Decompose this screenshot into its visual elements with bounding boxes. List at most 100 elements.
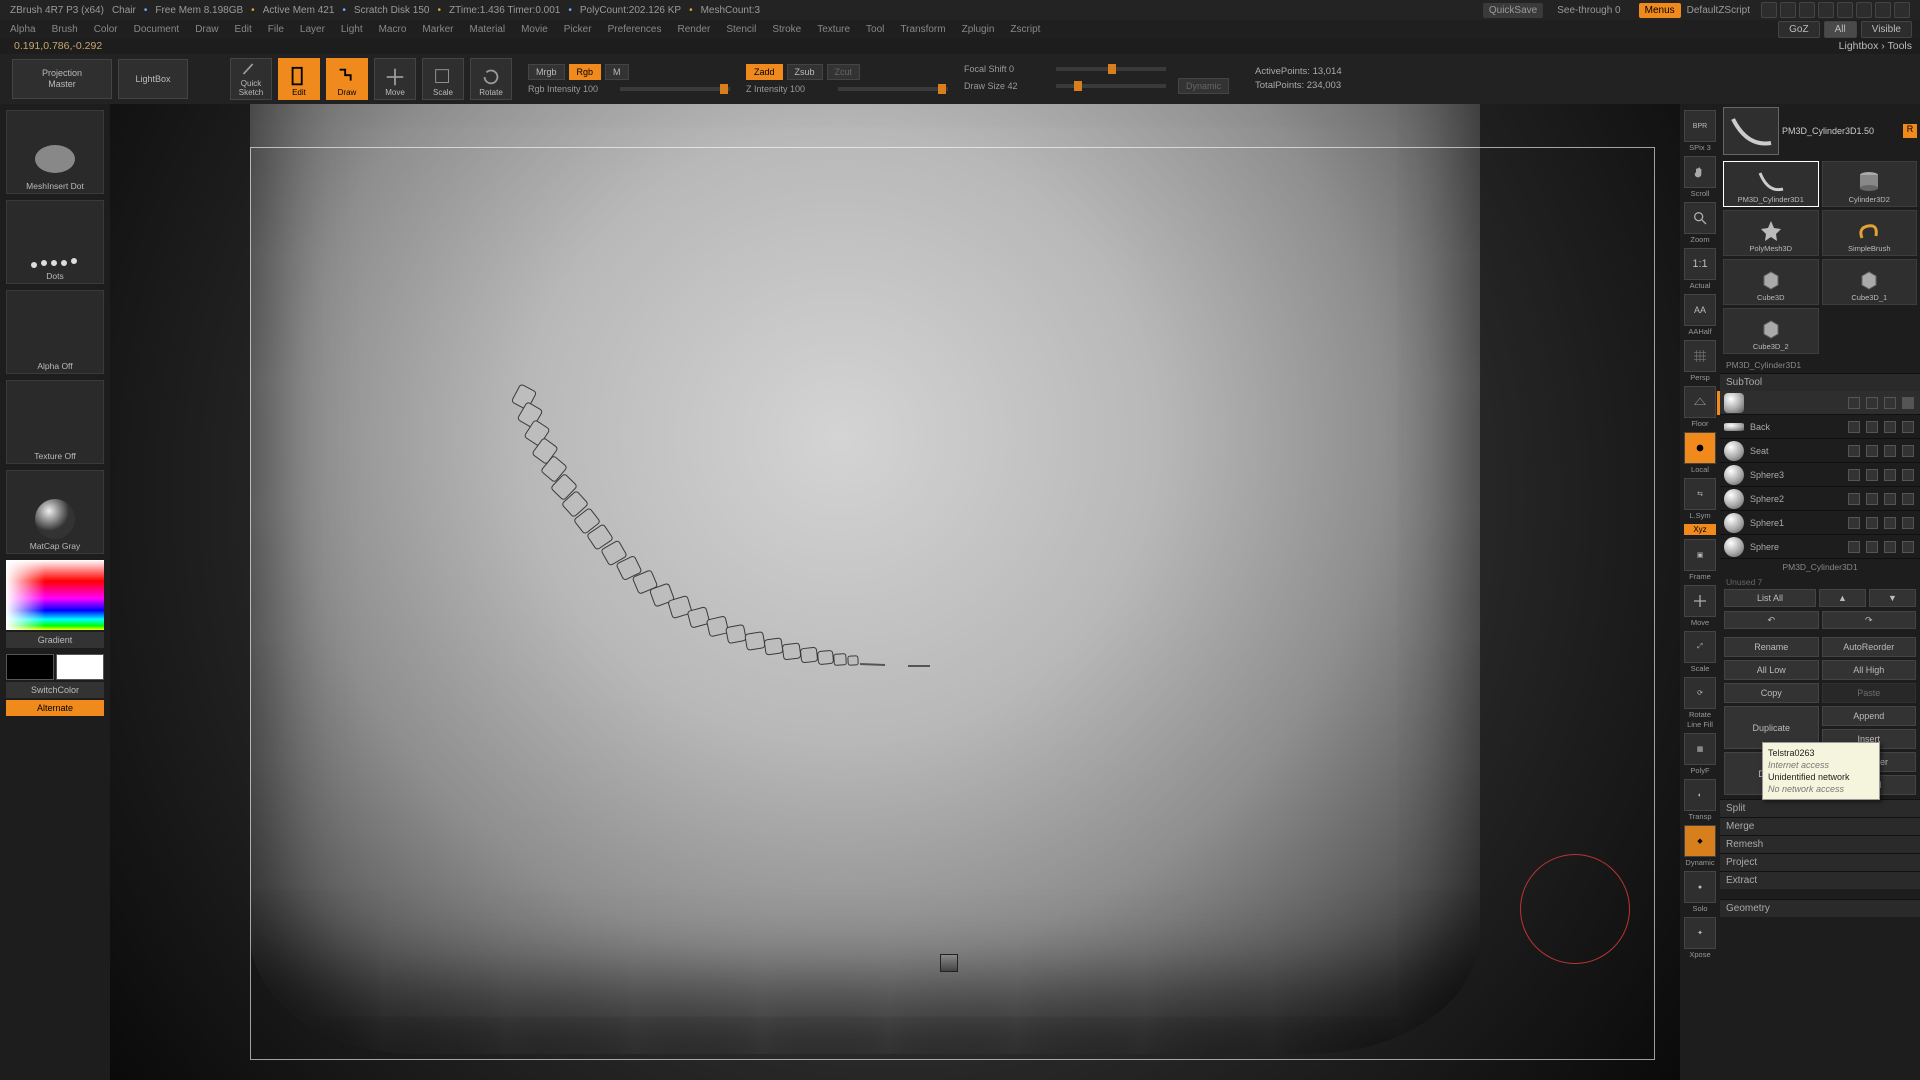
titlebar-icon-5[interactable] <box>1837 2 1853 18</box>
subtool-row[interactable]: Sphere1 <box>1720 511 1920 535</box>
remesh-header[interactable]: Remesh <box>1720 835 1920 853</box>
allhigh-button[interactable]: All High <box>1822 660 1917 680</box>
menu-zplugin[interactable]: Zplugin <box>962 24 995 35</box>
rename-button[interactable]: Rename <box>1724 637 1819 657</box>
menu-texture[interactable]: Texture <box>817 24 850 35</box>
menu-material[interactable]: Material <box>470 24 506 35</box>
floor-button[interactable] <box>1684 386 1716 418</box>
menu-render[interactable]: Render <box>678 24 711 35</box>
menu-stencil[interactable]: Stencil <box>726 24 756 35</box>
subtool-down-button[interactable]: ▼ <box>1869 589 1916 607</box>
minimize-icon[interactable] <box>1856 2 1872 18</box>
menu-preferences[interactable]: Preferences <box>608 24 662 35</box>
aahalf-button[interactable]: AA <box>1684 294 1716 326</box>
rotate-button[interactable]: ⟳ <box>1684 677 1716 709</box>
project-header[interactable]: Project <box>1720 853 1920 871</box>
viewport[interactable] <box>110 104 1680 1080</box>
autoreorder-button[interactable]: AutoReorder <box>1822 637 1917 657</box>
menu-color[interactable]: Color <box>94 24 118 35</box>
seethrough-slider[interactable]: See-through 0 <box>1557 5 1620 16</box>
xpose-button[interactable]: ✦ <box>1684 917 1716 949</box>
rotate-mode-button[interactable]: Rotate <box>470 58 512 100</box>
transp-button[interactable]: ◐ <box>1684 779 1716 811</box>
subtool-up-button[interactable]: ▲ <box>1819 589 1866 607</box>
draw-size-slider[interactable]: Draw Size 42 <box>964 81 1052 91</box>
menu-macro[interactable]: Macro <box>379 24 407 35</box>
zsub-toggle[interactable]: Zsub <box>787 64 823 80</box>
extract-header[interactable]: Extract <box>1720 871 1920 889</box>
menu-stroke[interactable]: Stroke <box>772 24 801 35</box>
lsym-button[interactable]: ⇆ <box>1684 478 1716 510</box>
subtool-row[interactable] <box>1720 391 1920 415</box>
quicksketch-button[interactable]: Quick Sketch <box>230 58 272 100</box>
titlebar-icon-1[interactable] <box>1761 2 1777 18</box>
list-all-button[interactable]: List All <box>1724 589 1816 607</box>
texture-slot[interactable]: Texture Off <box>6 380 104 464</box>
zoom-button[interactable] <box>1684 202 1716 234</box>
menu-movie[interactable]: Movie <box>521 24 548 35</box>
geometry-header[interactable]: Geometry <box>1720 899 1920 917</box>
menu-tool[interactable]: Tool <box>866 24 884 35</box>
projection-master-button[interactable]: Projection Master <box>12 59 112 99</box>
bpr-button[interactable]: BPR <box>1684 110 1716 142</box>
menu-brush[interactable]: Brush <box>52 24 78 35</box>
mrgb-toggle[interactable]: Mrgb <box>528 64 565 80</box>
tool-preview[interactable] <box>1723 107 1779 155</box>
titlebar-icon-2[interactable] <box>1780 2 1796 18</box>
draw-mode-button[interactable]: Draw <box>326 58 368 100</box>
dynamic-button[interactable]: ◆ <box>1684 825 1716 857</box>
maximize-icon[interactable] <box>1875 2 1891 18</box>
menu-layer[interactable]: Layer <box>300 24 325 35</box>
subtool-row[interactable]: Back <box>1720 415 1920 439</box>
subtool-row[interactable]: Sphere <box>1720 535 1920 559</box>
brush-slot[interactable]: MeshInsert Dot <box>6 110 104 194</box>
merge-header[interactable]: Merge <box>1720 817 1920 835</box>
default-zscript[interactable]: DefaultZScript <box>1687 5 1750 16</box>
tool-cell[interactable]: Cube3D_2 <box>1723 308 1819 354</box>
swatch-pair[interactable] <box>6 654 104 680</box>
tool-cell[interactable]: PolyMesh3D <box>1723 210 1819 256</box>
titlebar-icon-4[interactable] <box>1818 2 1834 18</box>
goz-all-button[interactable]: All <box>1824 21 1857 38</box>
alpha-slot[interactable]: Alpha Off <box>6 290 104 374</box>
z-intensity-slider[interactable]: Z Intensity 100 <box>746 84 834 94</box>
paste-button[interactable]: Paste <box>1822 683 1917 703</box>
tool-r-button[interactable]: R <box>1903 124 1917 138</box>
xyz-pill[interactable]: Xyz <box>1684 524 1716 535</box>
lightbox-button[interactable]: LightBox <box>118 59 188 99</box>
tool-cell[interactable]: Cube3D <box>1723 259 1819 305</box>
split-header[interactable]: Split <box>1720 799 1920 817</box>
tool-cell[interactable]: PM3D_Cylinder3D1 <box>1723 161 1819 207</box>
subtool-header[interactable]: SubTool <box>1720 373 1920 391</box>
local-button[interactable] <box>1684 432 1716 464</box>
subtool-row[interactable]: Seat <box>1720 439 1920 463</box>
solo-button[interactable]: ● <box>1684 871 1716 903</box>
menu-document[interactable]: Document <box>134 24 180 35</box>
menus-toggle[interactable]: Menus <box>1639 3 1681 18</box>
move-button[interactable] <box>1684 585 1716 617</box>
color-picker[interactable] <box>6 560 104 630</box>
subtool-row[interactable]: Sphere3 <box>1720 463 1920 487</box>
menu-alpha[interactable]: Alpha <box>10 24 36 35</box>
menu-edit[interactable]: Edit <box>235 24 252 35</box>
material-slot[interactable]: MatCap Gray <box>6 470 104 554</box>
tool-cell[interactable]: SimpleBrush <box>1822 210 1918 256</box>
goz-visible-button[interactable]: Visible <box>1861 21 1912 38</box>
quicksave-button[interactable]: QuickSave <box>1483 3 1543 18</box>
subtool-move-down[interactable]: ↷ <box>1822 611 1917 629</box>
tool-cell[interactable]: Cylinder3D2 <box>1822 161 1918 207</box>
zcut-toggle[interactable]: Zcut <box>827 64 861 80</box>
polyf-button[interactable]: ▦ <box>1684 733 1716 765</box>
scroll-button[interactable] <box>1684 156 1716 188</box>
actual-button[interactable]: 1:1 <box>1684 248 1716 280</box>
close-icon[interactable] <box>1894 2 1910 18</box>
focal-shift-slider[interactable]: Focal Shift 0 <box>964 64 1052 74</box>
subtool-row[interactable]: Sphere2 <box>1720 487 1920 511</box>
menu-light[interactable]: Light <box>341 24 363 35</box>
goz-button[interactable]: GoZ <box>1778 21 1819 38</box>
append-button[interactable]: Append <box>1822 706 1917 726</box>
rgb-toggle[interactable]: Rgb <box>569 64 602 80</box>
alternate-button[interactable]: Alternate <box>6 700 104 716</box>
menu-transform[interactable]: Transform <box>900 24 945 35</box>
stroke-slot[interactable]: Dots <box>6 200 104 284</box>
